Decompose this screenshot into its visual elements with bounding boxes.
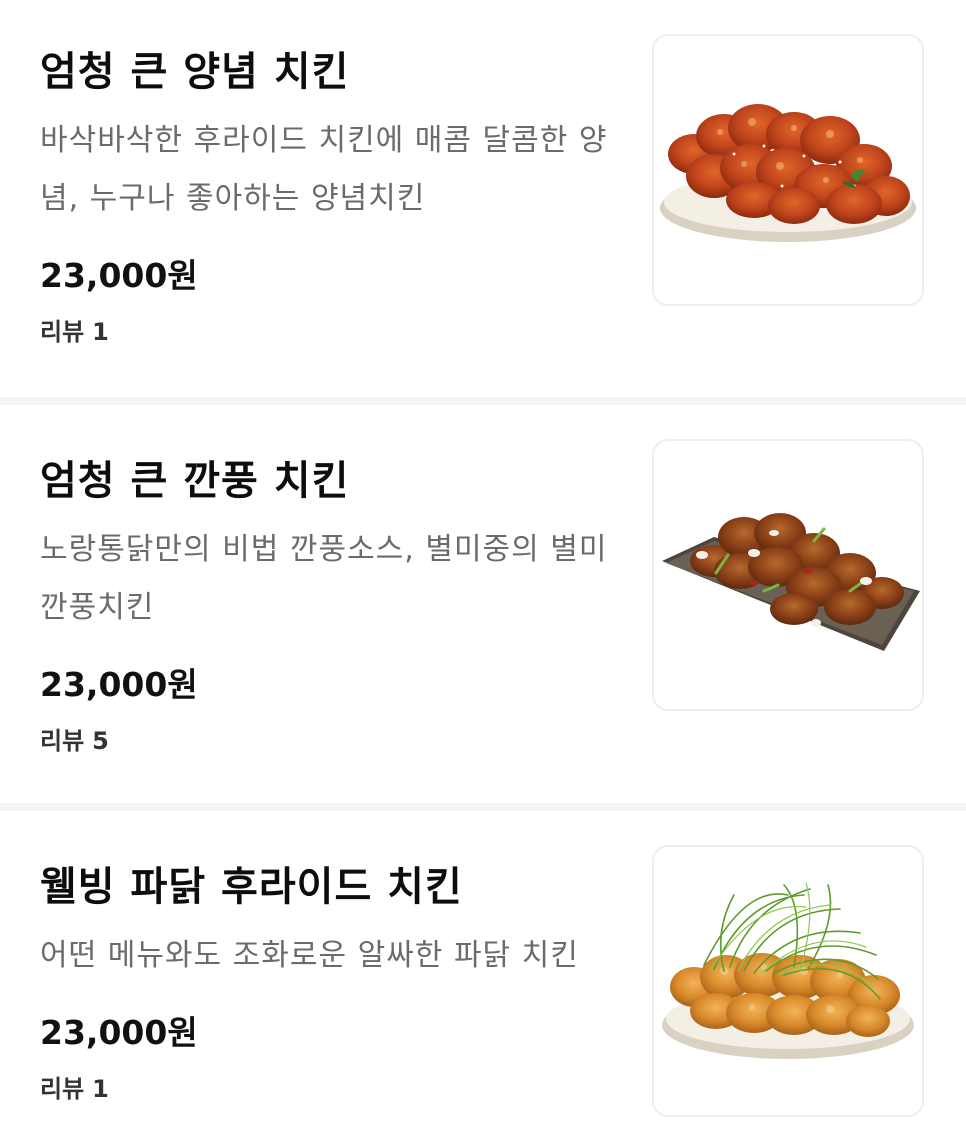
menu-item[interactable]: 엄청 큰 깐풍 치킨 노랑통닭만의 비법 깐풍소스, 별미중의 별미 깐풍치킨 … (0, 397, 966, 803)
menu-item-description: 바삭바삭한 후라이드 치킨에 매콤 달콤한 양념, 누구나 좋아하는 양념치킨 (40, 123, 608, 216)
menu-item-review: 리뷰 5 (40, 721, 620, 761)
review-count: 5 (92, 727, 109, 755)
review-count: 1 (92, 1075, 109, 1103)
kkanpung-chicken-photo[interactable] (652, 439, 924, 711)
menu-item-price: 23,000원 (40, 256, 198, 295)
menu-item-info: 웰빙 파닭 후라이드 치킨 어떤 메뉴와도 조화로운 알싸한 파닭 치킨 23,… (40, 857, 620, 1109)
review-count: 1 (92, 318, 109, 346)
green-onion-fried-chicken-image (662, 882, 914, 1059)
review-label: 리뷰 (40, 727, 85, 755)
menu-item-description: 어떤 메뉴와도 조화로운 알싸한 파닭 치킨 (40, 938, 579, 973)
green-onion-fried-chicken-photo[interactable] (652, 845, 924, 1117)
kkanpung-chicken-image (662, 513, 920, 651)
menu-list: 엄청 큰 양념 치킨 바삭바삭한 후라이드 치킨에 매콤 달콤한 양념, 누구나… (0, 0, 966, 1139)
menu-item-name: 엄청 큰 양념 치킨 (40, 49, 350, 95)
menu-item[interactable]: 웰빙 파닭 후라이드 치킨 어떤 메뉴와도 조화로운 알싸한 파닭 치킨 23,… (0, 803, 966, 1139)
seasoned-chicken-image (660, 104, 916, 242)
menu-item-name: 웰빙 파닭 후라이드 치킨 (40, 864, 463, 910)
review-label: 리뷰 (40, 318, 85, 346)
menu-item-price: 23,000원 (40, 1013, 198, 1052)
menu-item-description: 노랑통닭만의 비법 깐풍소스, 별미중의 별미 깐풍치킨 (40, 532, 608, 625)
menu-item-review: 리뷰 1 (40, 1069, 620, 1109)
menu-item-info: 엄청 큰 양념 치킨 바삭바삭한 후라이드 치킨에 매콤 달콤한 양념, 누구나… (40, 42, 620, 352)
menu-item-name: 엄청 큰 깐풍 치킨 (40, 458, 350, 504)
seasoned-chicken-photo[interactable] (652, 34, 924, 306)
menu-item-review: 리뷰 1 (40, 312, 620, 352)
review-label: 리뷰 (40, 1075, 85, 1103)
menu-item-price: 23,000원 (40, 665, 198, 704)
menu-item[interactable]: 엄청 큰 양념 치킨 바삭바삭한 후라이드 치킨에 매콤 달콤한 양념, 누구나… (0, 0, 966, 397)
menu-item-info: 엄청 큰 깐풍 치킨 노랑통닭만의 비법 깐풍소스, 별미중의 별미 깐풍치킨 … (40, 451, 620, 761)
